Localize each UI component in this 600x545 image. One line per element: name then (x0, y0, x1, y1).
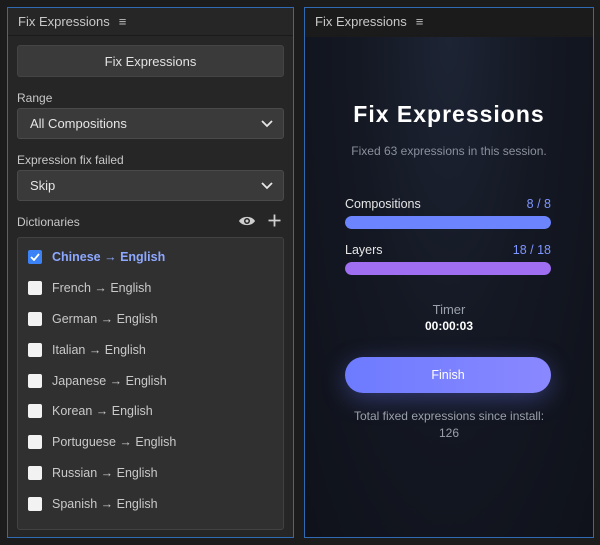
dictionary-label: Russian → English (52, 465, 158, 480)
fail-select-value: Skip (30, 178, 56, 193)
dictionary-label: Japanese → English (52, 373, 167, 388)
hamburger-menu-icon[interactable]: ≡ (416, 14, 424, 29)
compositions-count: 8 / 8 (526, 197, 551, 211)
session-summary: Fixed 63 expressions in this session. (351, 144, 547, 158)
panel-header: Fix Expressions ≡ (8, 8, 293, 36)
panel-title: Fix Expressions (18, 14, 110, 29)
range-select[interactable]: All Compositions (17, 108, 284, 139)
fail-label: Expression fix failed (17, 153, 124, 167)
dictionary-label: Italian → English (52, 342, 146, 357)
panel-title: Fix Expressions (315, 14, 407, 29)
hamburger-menu-icon[interactable]: ≡ (119, 14, 127, 29)
dictionary-label: Korean → English (52, 404, 153, 419)
timer-value: 00:00:03 (424, 319, 474, 333)
dictionary-checkbox[interactable] (28, 342, 42, 357)
dictionary-checkbox[interactable] (28, 435, 42, 450)
fix-expressions-panel-left: Fix Expressions ≡ Fix Expressions Range … (7, 7, 294, 538)
dictionary-item[interactable]: Korean → English (18, 396, 283, 427)
dictionary-label: Chinese → English (52, 250, 166, 265)
total-fixed-value: 126 (438, 426, 460, 440)
timer-label: Timer (432, 302, 466, 317)
fix-expressions-button[interactable]: Fix Expressions (17, 45, 284, 77)
dictionary-label: Spanish → English (52, 496, 158, 511)
compositions-progress-bar (345, 216, 551, 229)
dictionary-item[interactable]: Portuguese → English (18, 427, 283, 458)
dictionary-item[interactable]: Chinese → English (18, 242, 283, 273)
total-fixed-summary: Total fixed expressions since install: 1… (335, 408, 563, 442)
dictionary-checkbox[interactable] (28, 465, 42, 480)
result-heading: Fix Expressions (353, 101, 545, 127)
chevron-down-icon (261, 182, 273, 190)
total-fixed-label: Total fixed expressions since install: (353, 409, 545, 423)
dictionaries-list: Chinese → English French → English German … (17, 237, 284, 530)
dictionary-item[interactable]: Italian → English (18, 334, 283, 365)
dictionary-checkbox[interactable] (28, 373, 42, 388)
fix-expressions-panel-right: Fix Expressions ≡ Fix Expressions Fixed … (304, 7, 594, 538)
result-area: Fix Expressions Fixed 63 expressions in … (305, 37, 593, 537)
dictionaries-toolbar (238, 214, 281, 227)
range-label: Range (17, 91, 53, 105)
dictionary-label: French → English (52, 281, 152, 296)
dictionary-item[interactable]: Japanese → English (18, 365, 283, 396)
dictionary-item[interactable]: German → English (18, 304, 283, 335)
layers-progress-fill (345, 262, 551, 275)
layers-progress-bar (345, 262, 551, 275)
dictionary-checkbox[interactable] (28, 250, 42, 265)
chevron-down-icon (261, 120, 273, 128)
plus-icon[interactable] (268, 214, 281, 227)
layers-label: Layers (345, 243, 383, 257)
dictionary-label: Portuguese → English (52, 435, 177, 450)
dictionary-checkbox[interactable] (28, 496, 42, 511)
dictionary-label: German → English (52, 311, 158, 326)
panel-header: Fix Expressions ≡ (305, 8, 593, 36)
range-select-value: All Compositions (30, 116, 127, 131)
compositions-label: Compositions (345, 197, 421, 211)
eye-icon[interactable] (238, 215, 256, 227)
compositions-progress-fill (345, 216, 551, 229)
dictionary-item[interactable]: Spanish → English (18, 488, 283, 519)
dictionary-checkbox[interactable] (28, 281, 42, 296)
dictionaries-label: Dictionaries (17, 215, 80, 229)
finish-button[interactable]: Finish (345, 357, 551, 393)
dictionary-checkbox[interactable] (28, 404, 42, 419)
dictionary-item[interactable]: Russian → English (18, 458, 283, 489)
dictionary-item[interactable]: French → English (18, 273, 283, 304)
fail-select[interactable]: Skip (17, 170, 284, 201)
dictionary-checkbox[interactable] (28, 311, 42, 326)
checkmark-icon (30, 253, 40, 262)
layers-count: 18 / 18 (512, 243, 551, 257)
